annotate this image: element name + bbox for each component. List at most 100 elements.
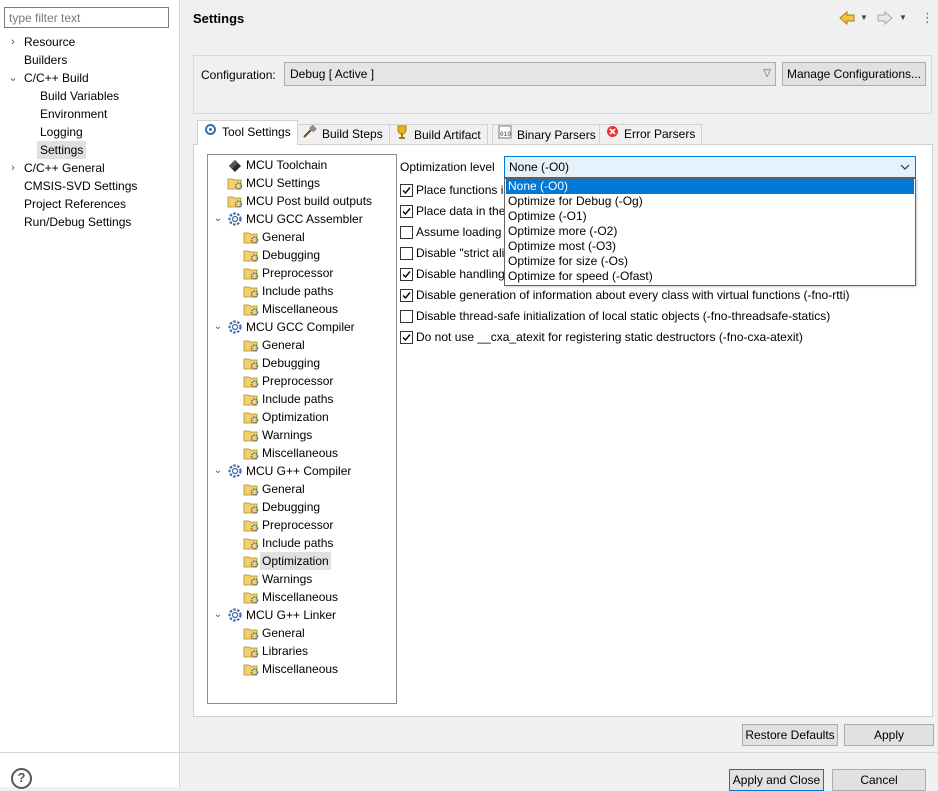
folder-settings-icon: [243, 571, 259, 587]
tree-item[interactable]: Miscellaneous: [260, 444, 340, 462]
folder-settings-icon: [243, 535, 259, 551]
configuration-select[interactable]: Debug [ Active ] ▽: [284, 62, 776, 86]
tree-item[interactable]: General: [260, 336, 307, 354]
tree-item[interactable]: Optimization: [260, 408, 331, 426]
manage-configurations-button[interactable]: Manage Configurations...: [782, 62, 926, 86]
sidebar-item[interactable]: Builders: [21, 51, 70, 69]
tree-item[interactable]: Miscellaneous: [260, 588, 340, 606]
tree-category[interactable]: MCU G++ Compiler: [244, 462, 353, 480]
sidebar-item[interactable]: Environment: [37, 105, 110, 123]
tree-item[interactable]: Preprocessor: [260, 264, 335, 282]
checkbox-unchecked[interactable]: [400, 226, 413, 239]
checkbox-checked[interactable]: [400, 184, 413, 197]
folder-settings-icon: [227, 175, 243, 191]
view-menu-icon[interactable]: ⋮: [921, 10, 934, 26]
tab-build-steps[interactable]: Build Steps: [297, 124, 390, 144]
tab-tool-settings[interactable]: Tool Settings: [197, 120, 298, 145]
checkbox-checked[interactable]: [400, 289, 413, 302]
checkbox-unchecked[interactable]: [400, 310, 413, 323]
tab-build-artifact[interactable]: Build Artifact: [389, 124, 488, 144]
tree-item[interactable]: Debugging: [260, 354, 322, 372]
tree-item[interactable]: General: [260, 228, 307, 246]
tab-error-parsers[interactable]: Error Parsers: [599, 124, 703, 144]
sidebar-item[interactable]: C/C++ General: [21, 159, 108, 177]
sidebar-item[interactable]: Run/Debug Settings: [21, 213, 134, 231]
tree-item[interactable]: Preprocessor: [260, 516, 335, 534]
dropdown-option[interactable]: Optimize for speed (-Ofast): [506, 269, 914, 284]
folder-settings-icon: [243, 445, 259, 461]
restore-defaults-button[interactable]: Restore Defaults: [742, 724, 838, 746]
tree-item[interactable]: General: [260, 480, 307, 498]
tree-item[interactable]: Preprocessor: [260, 372, 335, 390]
tab-label: Error Parsers: [624, 127, 696, 141]
tree-category[interactable]: MCU Post build outputs: [244, 192, 374, 210]
dropdown-option[interactable]: Optimize for Debug (-Og): [506, 194, 914, 209]
folder-settings-icon: [243, 427, 259, 443]
folder-settings-icon: [243, 373, 259, 389]
build-artifact-icon: [394, 125, 410, 144]
checkbox-unchecked[interactable]: [400, 247, 413, 260]
checkbox-checked[interactable]: [400, 205, 413, 218]
tree-item[interactable]: Debugging: [260, 498, 322, 516]
help-icon[interactable]: ?: [11, 768, 32, 789]
tree-item[interactable]: Optimization: [260, 552, 331, 570]
apply-button[interactable]: Apply: [844, 724, 934, 746]
tab-binary-parsers[interactable]: 010 Binary Parsers: [492, 124, 603, 144]
optimization-level-select[interactable]: None (-O0): [504, 156, 916, 178]
tree-item[interactable]: Libraries: [260, 642, 310, 660]
sidebar-item[interactable]: Settings: [37, 141, 87, 159]
folder-settings-icon: [243, 265, 259, 281]
option-label: Place data in the: [416, 204, 506, 218]
forward-menu-chevron-icon[interactable]: ▼: [899, 10, 907, 26]
back-arrow-icon[interactable]: [838, 10, 856, 26]
chevron-right-icon[interactable]: ›: [8, 159, 18, 177]
forward-arrow-icon[interactable]: [876, 10, 894, 26]
dropdown-option[interactable]: Optimize most (-O3): [506, 239, 914, 254]
tree-item[interactable]: Warnings: [260, 426, 314, 444]
option-label: Disable thread-safe initialization of lo…: [416, 309, 831, 323]
tree-category[interactable]: MCU G++ Linker: [244, 606, 338, 624]
dropdown-option[interactable]: None (-O0): [506, 179, 914, 194]
sidebar-item[interactable]: Build Variables: [37, 87, 122, 105]
tree-category[interactable]: MCU Toolchain: [244, 156, 329, 174]
tree-item[interactable]: Include paths: [260, 534, 335, 552]
option-label: Do not use __cxa_atexit for registering …: [416, 330, 803, 344]
dropdown-option[interactable]: Optimize (-O1): [506, 209, 914, 224]
checkbox-checked[interactable]: [400, 268, 413, 281]
folder-settings-icon: [243, 643, 259, 659]
apply-and-close-button[interactable]: Apply and Close: [729, 769, 824, 791]
sidebar-item[interactable]: C/C++ Build: [21, 69, 92, 87]
sidebar-item[interactable]: CMSIS-SVD Settings: [21, 177, 140, 195]
tree-item[interactable]: Warnings: [260, 570, 314, 588]
checkbox-checked[interactable]: [400, 331, 413, 344]
tree-category[interactable]: MCU Settings: [244, 174, 322, 192]
tab-label: Build Artifact: [414, 128, 481, 142]
sidebar-item[interactable]: Resource: [21, 33, 78, 51]
optimization-level-value: None (-O0): [509, 160, 570, 174]
dropdown-option[interactable]: Optimize for size (-Os): [506, 254, 914, 269]
tree-item[interactable]: Debugging: [260, 246, 322, 264]
tree-item[interactable]: General: [260, 624, 307, 642]
dropdown-option[interactable]: Optimize more (-O2): [506, 224, 914, 239]
chevron-down-icon[interactable]: ⌄: [213, 210, 223, 228]
divider: [0, 752, 938, 753]
chevron-down-icon: ▽: [763, 68, 771, 79]
option-label: Disable handling: [416, 267, 505, 281]
back-menu-chevron-icon[interactable]: ▼: [860, 10, 868, 26]
sidebar-item[interactable]: Logging: [37, 123, 86, 141]
chevron-down-icon[interactable]: ⌄: [213, 462, 223, 480]
chevron-down-icon[interactable]: ⌄: [213, 318, 223, 336]
chevron-right-icon[interactable]: ›: [8, 33, 18, 51]
tree-item[interactable]: Include paths: [260, 282, 335, 300]
filter-input[interactable]: [4, 7, 169, 28]
tree-item[interactable]: Miscellaneous: [260, 300, 340, 318]
sidebar-item[interactable]: Project References: [21, 195, 129, 213]
chevron-down-icon[interactable]: ⌄: [8, 69, 18, 87]
tree-item[interactable]: Miscellaneous: [260, 660, 340, 678]
chevron-down-icon[interactable]: ⌄: [213, 606, 223, 624]
cancel-button[interactable]: Cancel: [832, 769, 926, 791]
tree-category[interactable]: MCU GCC Compiler: [244, 318, 357, 336]
tree-item[interactable]: Include paths: [260, 390, 335, 408]
gear-icon: [227, 211, 243, 227]
tree-category[interactable]: MCU GCC Assembler: [244, 210, 365, 228]
